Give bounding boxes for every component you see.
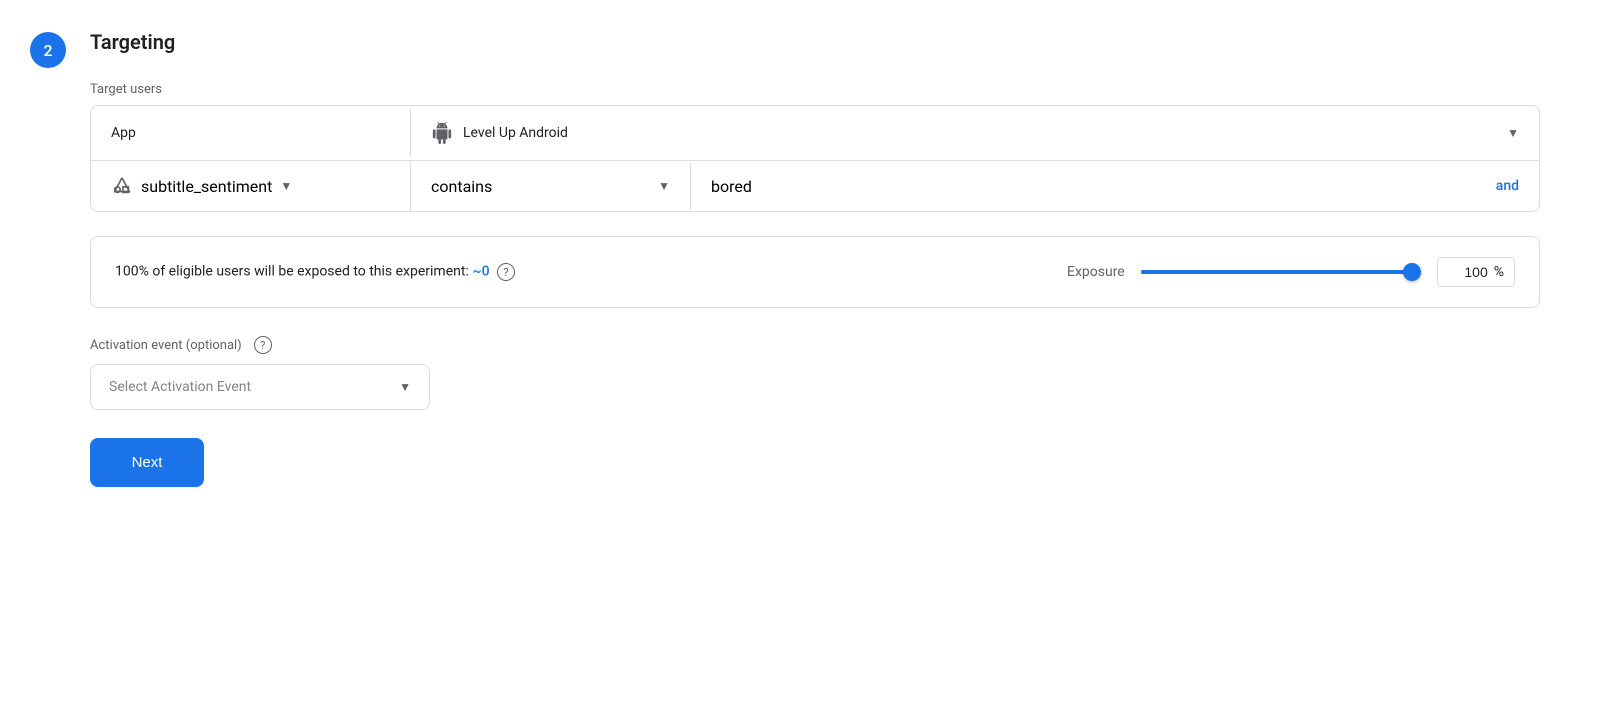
next-button[interactable]: Next [90, 438, 204, 487]
filter-value: bored [711, 177, 752, 196]
exposure-text: 100% of eligible users will be exposed t… [115, 263, 1043, 281]
value-cell[interactable]: bored and [691, 163, 1539, 210]
property-name: subtitle_sentiment [141, 177, 272, 196]
exposure-help-icon[interactable]: ? [497, 263, 515, 281]
target-users-table: App Level Up Android ▼ [90, 105, 1540, 212]
app-row: App Level Up Android ▼ [91, 106, 1539, 161]
app-column-label: App [91, 109, 411, 157]
section-title: Targeting [90, 30, 1540, 54]
target-users-label: Target users [90, 82, 1540, 97]
exposure-value-box: % [1437, 257, 1515, 287]
eligible-count[interactable]: ~0 [472, 264, 489, 280]
property-dropdown-arrow: ▼ [280, 179, 292, 193]
operator-dropdown-arrow: ▼ [658, 179, 670, 193]
operator-cell[interactable]: contains ▼ [411, 163, 691, 210]
activation-dropdown[interactable]: Select Activation Event ▼ [90, 364, 430, 410]
operator-value: contains [431, 177, 492, 196]
activation-help-icon[interactable]: ? [254, 336, 272, 354]
app-name: Level Up Android [463, 125, 568, 141]
and-conjunction[interactable]: and [1496, 178, 1519, 194]
app-dropdown-arrow[interactable]: ▼ [1507, 126, 1519, 140]
exposure-controls: Exposure % [1067, 257, 1515, 287]
activation-placeholder: Select Activation Event [109, 379, 251, 395]
content-area: Targeting Target users App Level Up Andr… [66, 30, 1600, 487]
property-type-icon [111, 175, 133, 197]
property-cell[interactable]: subtitle_sentiment ▼ [91, 161, 411, 211]
page-container: 2 Targeting Target users App Level Up An… [0, 0, 1600, 711]
exposure-label: Exposure [1067, 264, 1125, 280]
app-value-cell[interactable]: Level Up Android ▼ [411, 106, 1539, 160]
android-icon [431, 122, 453, 144]
step-number-badge: 2 [30, 32, 66, 68]
exposure-text-prefix: 100% of eligible users will be exposed t… [115, 264, 469, 280]
percent-sign: % [1494, 264, 1504, 280]
exposure-value-input[interactable] [1448, 264, 1488, 280]
activation-label-row: Activation event (optional) ? [90, 336, 1540, 354]
activation-section: Activation event (optional) ? Select Act… [90, 336, 1540, 410]
app-value-left: Level Up Android [431, 122, 568, 144]
activation-dropdown-arrow: ▼ [399, 380, 411, 394]
exposure-card: 100% of eligible users will be exposed t… [90, 236, 1540, 308]
filter-row: subtitle_sentiment ▼ contains ▼ bored an… [91, 161, 1539, 211]
exposure-slider[interactable] [1141, 270, 1421, 274]
activation-label: Activation event (optional) [90, 338, 242, 353]
